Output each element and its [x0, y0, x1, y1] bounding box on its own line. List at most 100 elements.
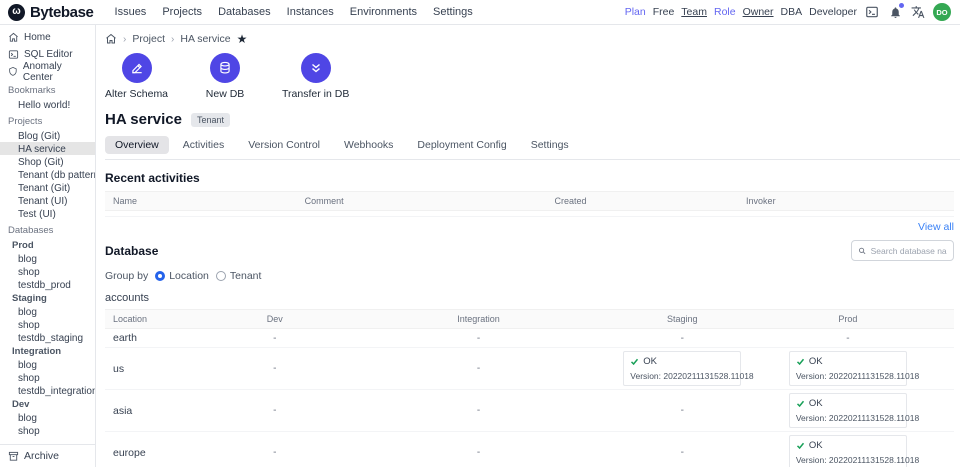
sidebar-db-item[interactable]: blog	[0, 358, 95, 371]
breadcrumb-project[interactable]: Project	[132, 33, 165, 45]
quick-action-label: Transfer in DB	[282, 88, 349, 100]
bookmark-star-icon[interactable]: ★	[237, 33, 248, 45]
language-translate-icon[interactable]	[910, 4, 926, 20]
sidebar-project-tenant-ui[interactable]: Tenant (UI)	[0, 194, 95, 207]
breadcrumb-current: HA service	[180, 33, 230, 45]
column-header-staging: Staging	[623, 314, 742, 324]
sidebar-item-archive[interactable]: Archive	[0, 444, 95, 467]
sidebar-project-tenant-db-pattern[interactable]: Tenant (db pattern)	[0, 168, 95, 181]
sidebar-db-item[interactable]: shop	[0, 318, 95, 331]
sidebar-db-item[interactable]: shop	[0, 265, 95, 278]
db-status-card-asia-prod[interactable]: OK Version: 20220211131528.11018	[789, 393, 907, 428]
tenant-badge: Tenant	[191, 113, 230, 127]
new-db-button[interactable]: New DB	[194, 53, 256, 100]
breadcrumb-separator: ›	[171, 34, 174, 45]
column-header-invoker: Invoker	[746, 196, 946, 206]
sidebar-project-shop-git[interactable]: Shop (Git)	[0, 155, 95, 168]
plan-label: Plan	[625, 6, 646, 18]
user-avatar[interactable]: DO	[933, 3, 951, 21]
status-version: Version: 20220211131528.11018	[796, 455, 900, 465]
page-title-row: HA service Tenant	[105, 111, 954, 128]
nav-link-projects[interactable]: Projects	[162, 6, 202, 18]
projects-section-title: Projects	[0, 111, 95, 129]
column-header-integration: Integration	[334, 314, 623, 324]
column-header-created: Created	[554, 196, 746, 206]
tab-webhooks[interactable]: Webhooks	[334, 136, 403, 154]
empty-cell: -	[334, 405, 623, 416]
sidebar-project-blog-git[interactable]: Blog (Git)	[0, 129, 95, 142]
column-header-dev: Dev	[215, 314, 334, 324]
plan-value: Free	[653, 6, 675, 18]
sidebar-item-home[interactable]: Home	[0, 29, 95, 46]
sidebar-db-item[interactable]: blog	[0, 305, 95, 318]
recent-activities-section: Recent activities Name Comment Created I…	[105, 171, 954, 233]
transfer-in-db-button[interactable]: Transfer in DB	[282, 53, 349, 100]
status-ok-label: OK	[643, 356, 657, 367]
sidebar-item-label: SQL Editor	[24, 49, 73, 60]
database-search[interactable]	[851, 240, 954, 261]
recent-activities-title: Recent activities	[105, 171, 954, 185]
tab-settings[interactable]: Settings	[521, 136, 579, 154]
search-database-input[interactable]	[871, 246, 947, 256]
bookmark-hello-world[interactable]: Hello world!	[0, 98, 95, 111]
quick-action-label: New DB	[206, 88, 245, 100]
sidebar-db-item[interactable]: testdb_prod	[0, 278, 95, 291]
sidebar-db-item[interactable]: testdb_staging	[0, 331, 95, 344]
nav-link-instances[interactable]: Instances	[287, 6, 334, 18]
sidebar-item-label: Anomaly Center	[23, 61, 87, 83]
sidebar-item-label: Archive	[24, 450, 59, 462]
notification-bell-icon[interactable]	[887, 4, 903, 20]
check-icon	[796, 357, 805, 366]
tenant-table-name: accounts	[105, 292, 954, 304]
tab-deployment-config[interactable]: Deployment Config	[407, 136, 516, 154]
team-link[interactable]: Team	[681, 6, 707, 18]
env-group-staging: Staging	[0, 291, 95, 305]
accounts-table-header: Location Dev Integration Staging Prod	[105, 309, 954, 329]
empty-cell: -	[623, 405, 742, 416]
page-title: HA service	[105, 111, 182, 128]
empty-cell: -	[215, 405, 334, 416]
db-status-card-us-prod[interactable]: OK Version: 20220211131528.11018	[789, 351, 907, 386]
shield-icon	[8, 66, 18, 77]
sidebar-project-ha-service[interactable]: HA service	[0, 142, 95, 155]
nav-link-databases[interactable]: Databases	[218, 6, 271, 18]
tab-activities[interactable]: Activities	[173, 136, 234, 154]
nav-link-issues[interactable]: Issues	[115, 6, 147, 18]
database-icon	[218, 61, 232, 75]
sidebar-item-anomaly-center[interactable]: Anomaly Center	[0, 63, 95, 80]
db-status-card-us-staging[interactable]: OK Version: 20220211131528.11018	[623, 351, 741, 386]
status-version: Version: 20220211131528.11018	[796, 371, 900, 381]
nav-link-settings[interactable]: Settings	[433, 6, 473, 18]
column-header-location: Location	[105, 314, 215, 324]
sidebar-db-item[interactable]: shop	[0, 424, 95, 437]
radio-label: Location	[169, 270, 209, 282]
group-by-location-radio[interactable]: Location	[155, 270, 209, 282]
nav-link-environments[interactable]: Environments	[350, 6, 417, 18]
tab-bar: Overview Activities Version Control Webh…	[105, 136, 960, 160]
brand[interactable]: ω Bytebase	[8, 4, 94, 21]
archive-box-icon	[8, 451, 19, 462]
left-sidebar: Home SQL Editor Anomaly Center Bookmarks…	[0, 25, 96, 467]
home-icon[interactable]	[105, 33, 117, 45]
sidebar-db-item[interactable]: shop	[0, 371, 95, 384]
terminal-icon[interactable]	[864, 4, 880, 20]
group-by-tenant-radio[interactable]: Tenant	[216, 270, 262, 282]
role-value-owner[interactable]: Owner	[743, 6, 774, 18]
sidebar-db-item[interactable]: blog	[0, 252, 95, 265]
tab-overview[interactable]: Overview	[105, 136, 169, 154]
status-version: Version: 20220211131528.11018	[796, 413, 900, 423]
alter-schema-button[interactable]: Alter Schema	[105, 53, 168, 100]
tab-version-control[interactable]: Version Control	[238, 136, 330, 154]
empty-cell: -	[623, 447, 742, 458]
dba-link[interactable]: DBA	[781, 6, 803, 18]
sidebar-project-tenant-git[interactable]: Tenant (Git)	[0, 181, 95, 194]
empty-cell: -	[623, 333, 742, 344]
view-all-link[interactable]: View all	[105, 221, 954, 233]
empty-cell: -	[215, 333, 334, 344]
developer-link[interactable]: Developer	[809, 6, 857, 18]
db-status-card-europe-prod[interactable]: OK Version: 20220211131528.11018	[789, 435, 907, 467]
notification-dot	[899, 3, 904, 8]
sidebar-db-item[interactable]: blog	[0, 411, 95, 424]
sidebar-db-item[interactable]: testdb_integration	[0, 384, 95, 397]
sidebar-project-test-ui[interactable]: Test (UI)	[0, 207, 95, 220]
